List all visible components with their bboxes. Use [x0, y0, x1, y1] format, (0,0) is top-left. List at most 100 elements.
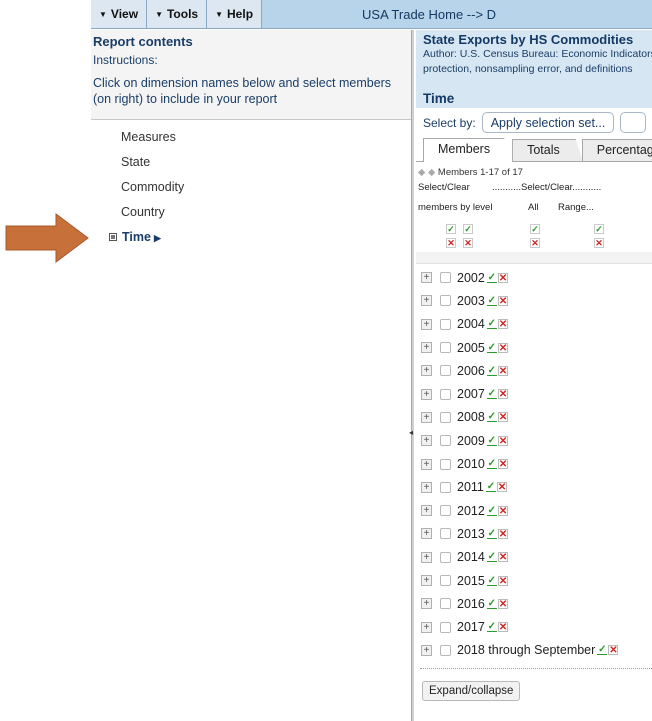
- select-check-icon[interactable]: ✓: [486, 459, 497, 470]
- expand-plus-icon[interactable]: +: [421, 598, 432, 610]
- tab-percentages[interactable]: Percentages: [581, 139, 652, 161]
- select-check-icon[interactable]: ✓: [486, 412, 497, 423]
- dimension-measures[interactable]: Measures: [91, 128, 411, 153]
- expand-plus-icon[interactable]: +: [421, 272, 432, 284]
- clear-cross-icon[interactable]: ✕: [497, 505, 508, 516]
- select-check-icon[interactable]: ✓: [486, 319, 497, 330]
- clear-level-1-cross-icon[interactable]: ✕: [446, 238, 456, 248]
- member-checkbox[interactable]: [440, 481, 451, 493]
- expand-plus-icon[interactable]: +: [421, 551, 432, 563]
- expand-plus-icon[interactable]: +: [421, 505, 432, 517]
- clear-cross-icon[interactable]: ✕: [497, 598, 508, 609]
- expand-plus-icon[interactable]: +: [421, 528, 432, 540]
- expand-plus-icon[interactable]: +: [421, 411, 432, 423]
- expand-collapse-button[interactable]: Expand/collapse: [422, 681, 521, 702]
- member-checkbox[interactable]: [440, 342, 451, 354]
- nav-arrows-icon[interactable]: ◆ ◆: [418, 167, 435, 178]
- dimension-state[interactable]: State: [91, 153, 411, 178]
- member-checkbox[interactable]: [440, 295, 451, 307]
- member-checkbox[interactable]: [440, 621, 451, 633]
- member-checkbox[interactable]: [440, 365, 451, 377]
- view-menu[interactable]: ▼ View: [91, 0, 148, 28]
- select-check-icon[interactable]: ✓: [486, 575, 497, 586]
- member-checkbox[interactable]: [440, 598, 451, 610]
- help-menu[interactable]: ▼ Help: [207, 0, 263, 28]
- clear-cross-icon[interactable]: ✕: [497, 435, 508, 446]
- select-check-icon[interactable]: ✓: [486, 365, 497, 376]
- member-checkbox[interactable]: [440, 388, 451, 400]
- clear-cross-icon[interactable]: ✕: [497, 622, 508, 633]
- expand-plus-icon[interactable]: +: [421, 481, 432, 493]
- secondary-button[interactable]: [620, 112, 646, 133]
- member-checkbox[interactable]: [440, 644, 451, 656]
- clear-cross-icon[interactable]: ✕: [497, 552, 508, 563]
- clear-cross-icon[interactable]: ✕: [497, 528, 508, 539]
- member-checkbox[interactable]: [440, 551, 451, 563]
- select-level-1-check-icon[interactable]: ✓: [446, 224, 456, 234]
- select-check-icon[interactable]: ✓: [486, 272, 497, 283]
- select-level-2-check-icon[interactable]: ✓: [463, 224, 473, 234]
- expand-plus-icon[interactable]: +: [421, 365, 432, 377]
- list-item: +2015 ✓ ✕: [416, 569, 652, 592]
- collapse-grip-icon[interactable]: ◂: [409, 428, 413, 437]
- expand-plus-icon[interactable]: +: [421, 318, 432, 330]
- member-checkbox[interactable]: [440, 575, 451, 586]
- tools-menu[interactable]: ▼ Tools: [147, 0, 208, 28]
- select-check-icon[interactable]: ✓: [597, 645, 608, 656]
- clear-cross-icon[interactable]: ✕: [608, 645, 619, 656]
- member-checkbox[interactable]: [440, 411, 451, 423]
- breadcrumb-link[interactable]: USA Trade Home --> D: [362, 7, 496, 22]
- select-check-icon[interactable]: ✓: [486, 528, 497, 539]
- member-checkbox[interactable]: [440, 528, 451, 540]
- select-check-icon[interactable]: ✓: [486, 505, 497, 516]
- member-checkbox[interactable]: [440, 435, 451, 447]
- clear-cross-icon[interactable]: ✕: [497, 412, 508, 423]
- clear-cross-icon[interactable]: ✕: [497, 575, 508, 586]
- tab-members[interactable]: Members: [423, 138, 514, 162]
- expand-plus-icon[interactable]: +: [421, 575, 432, 586]
- list-item: +2017 ✓ ✕: [416, 615, 652, 638]
- clear-cross-icon[interactable]: ✕: [497, 342, 508, 353]
- expand-plus-icon[interactable]: +: [421, 458, 432, 470]
- report-contents-panel: Report contents Instructions: Click on d…: [91, 30, 411, 721]
- caret-down-icon: ▼: [215, 9, 224, 19]
- select-check-icon[interactable]: ✓: [486, 622, 497, 633]
- select-check-icon[interactable]: ✓: [486, 598, 497, 609]
- clear-cross-icon[interactable]: ✕: [497, 272, 508, 283]
- member-checkbox[interactable]: [440, 272, 451, 284]
- expand-plus-icon[interactable]: +: [421, 435, 432, 447]
- member-checkbox[interactable]: [440, 505, 451, 517]
- member-checkbox[interactable]: [440, 458, 451, 470]
- expand-plus-icon[interactable]: +: [421, 295, 432, 307]
- panel-splitter[interactable]: [411, 30, 414, 721]
- select-check-icon[interactable]: ✓: [486, 389, 497, 400]
- select-check-icon[interactable]: ✓: [486, 552, 497, 563]
- select-check-icon[interactable]: ✓: [485, 482, 496, 493]
- clear-all-cross-icon[interactable]: ✕: [530, 238, 540, 248]
- dimension-time[interactable]: Time ▶: [91, 228, 411, 253]
- select-check-icon[interactable]: ✓: [486, 435, 497, 446]
- select-clear-dotted-label: ...........Select/Clear...........: [492, 182, 602, 193]
- apply-selection-set-button[interactable]: Apply selection set...: [481, 112, 615, 133]
- dimension-country[interactable]: Country: [91, 203, 411, 228]
- list-item: +2002 ✓ ✕: [416, 266, 652, 289]
- expand-plus-icon[interactable]: +: [421, 388, 432, 400]
- member-checkbox[interactable]: [440, 318, 451, 330]
- clear-range-cross-icon[interactable]: ✕: [594, 238, 604, 248]
- tab-totals[interactable]: Totals: [512, 139, 583, 161]
- clear-cross-icon[interactable]: ✕: [497, 389, 508, 400]
- clear-cross-icon[interactable]: ✕: [496, 482, 507, 493]
- clear-level-2-cross-icon[interactable]: ✕: [463, 238, 473, 248]
- dimension-commodity[interactable]: Commodity: [91, 178, 411, 203]
- select-all-check-icon[interactable]: ✓: [530, 224, 540, 234]
- select-check-icon[interactable]: ✓: [486, 295, 497, 306]
- expand-plus-icon[interactable]: +: [421, 644, 432, 656]
- clear-cross-icon[interactable]: ✕: [497, 295, 508, 306]
- clear-cross-icon[interactable]: ✕: [497, 459, 508, 470]
- select-check-icon[interactable]: ✓: [486, 342, 497, 353]
- clear-cross-icon[interactable]: ✕: [497, 319, 508, 330]
- clear-cross-icon[interactable]: ✕: [497, 365, 508, 376]
- select-range-check-icon[interactable]: ✓: [594, 224, 604, 234]
- expand-plus-icon[interactable]: +: [421, 342, 432, 354]
- expand-plus-icon[interactable]: +: [421, 621, 432, 633]
